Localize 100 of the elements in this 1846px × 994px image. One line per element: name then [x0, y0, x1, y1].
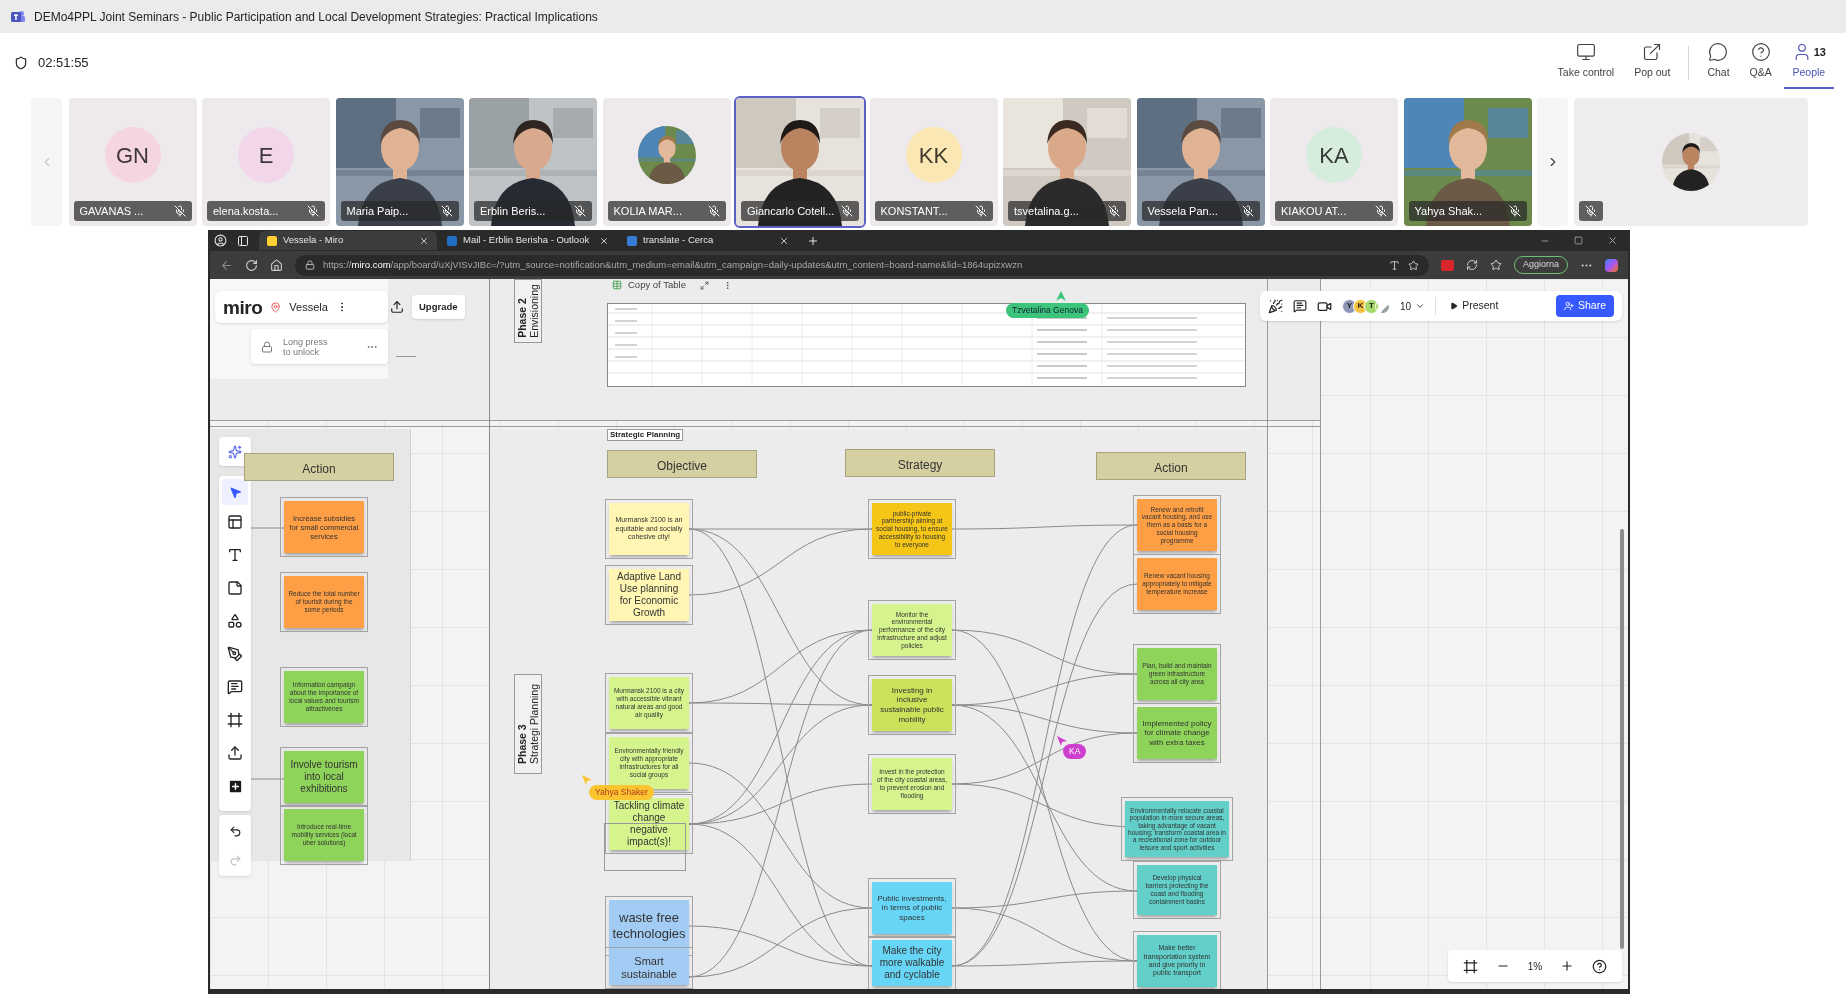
toolbar-button[interactable]: 13 People — [1783, 36, 1834, 89]
expand-icon[interactable] — [699, 280, 709, 290]
close-icon[interactable] — [1607, 235, 1618, 246]
help-icon[interactable] — [1592, 958, 1608, 974]
tab-favicon-icon — [447, 235, 457, 246]
share-icon[interactable] — [390, 300, 404, 314]
maximize-icon[interactable] — [1574, 236, 1583, 245]
undo-icon[interactable] — [228, 824, 242, 838]
table-title: Copy of Table — [628, 279, 686, 292]
favorite-icon[interactable] — [1407, 259, 1419, 271]
section-label: Strategic Planning — [607, 429, 684, 441]
toolbar-button[interactable]: Q&A — [1741, 36, 1780, 89]
participant-name: Maria Paip... — [346, 203, 409, 219]
play-icon — [1450, 302, 1459, 310]
scrollbar[interactable] — [1620, 529, 1624, 949]
home-icon[interactable] — [270, 258, 283, 272]
pen-icon[interactable] — [227, 646, 243, 662]
participant-tile[interactable]: E elena.kosta... — [202, 98, 330, 226]
lock-icon — [305, 260, 315, 270]
sticky-note-icon[interactable] — [227, 580, 243, 596]
participant-name: KIAKOU AT... — [1281, 203, 1347, 219]
participant-tile[interactable]: Maria Paip... — [335, 98, 464, 226]
participant-name: Yahya Shak... — [1414, 203, 1483, 219]
zoom-level: 1% — [1527, 959, 1543, 974]
browser-tab[interactable]: Vessela - Miro — [259, 231, 437, 250]
reload-icon[interactable] — [245, 258, 258, 272]
close-icon[interactable] — [779, 235, 789, 246]
cursor-icon — [1056, 291, 1066, 301]
sidebar-icon[interactable] — [237, 234, 249, 247]
profile-icon[interactable] — [214, 234, 227, 247]
toolbar-button[interactable]: Pop out — [1626, 36, 1679, 89]
participant-tile[interactable]: KA KIAKOU AT... — [1270, 98, 1398, 226]
close-icon[interactable] — [419, 235, 429, 246]
sparkles-icon[interactable] — [228, 444, 242, 459]
participant-tile[interactable]: Yahya Shak... — [1403, 98, 1532, 226]
new-tab-icon[interactable] — [807, 234, 819, 247]
participant-tile[interactable]: Erblin Beris... — [469, 98, 597, 226]
chevron-down-icon[interactable] — [1415, 301, 1426, 311]
cursor-icon — [1057, 736, 1067, 746]
miro-logo[interactable]: miro — [223, 297, 263, 317]
extension-icon[interactable] — [1465, 259, 1478, 271]
board-icon — [270, 301, 282, 313]
lock-icon[interactable] — [261, 340, 273, 353]
participant-tile[interactable]: KK KONSTANT... — [869, 98, 998, 226]
text-icon[interactable] — [227, 547, 243, 563]
toolbar-button[interactable]: Chat — [1699, 36, 1738, 89]
pointer-icon — [228, 485, 242, 499]
collaborator-count[interactable]: 10 — [1400, 298, 1412, 314]
read-aloud-icon[interactable] — [1388, 259, 1400, 271]
party-popper-icon[interactable] — [1268, 298, 1283, 314]
template-icon[interactable] — [227, 514, 243, 530]
tab-title: Vessela - Miro — [283, 233, 345, 248]
shapes-icon[interactable] — [227, 613, 243, 629]
toolbar-button[interactable]: Take control — [1549, 36, 1623, 89]
cursor-icon — [582, 775, 592, 785]
close-icon[interactable] — [599, 235, 609, 246]
upgrade-button[interactable]: Upgrade — [412, 295, 465, 319]
add-icon[interactable] — [226, 778, 244, 795]
select-tool[interactable] — [222, 479, 248, 505]
browser-tab[interactable]: Mail - Erblin Berisha - Outlook — [439, 231, 617, 250]
copilot-icon[interactable] — [1605, 258, 1618, 272]
participant-tile[interactable]: tsvetalina.g... — [1003, 98, 1131, 226]
participant-tile[interactable]: GN GAVANAS ... — [68, 98, 197, 226]
share-button[interactable]: Share — [1555, 295, 1614, 317]
present-button[interactable]: Present — [1446, 298, 1503, 314]
address-field[interactable]: https://miro.com/app/board/uXjVISvJIBc=/?utm_source=notification&utm_medium=email&utm_campaign=daily-updates&utm_content=board-name&lid=1864upizxwzn — [295, 254, 1429, 276]
participant-name: tsvetalina.g... — [1014, 203, 1079, 219]
comment-icon[interactable] — [227, 679, 243, 695]
frame-icon[interactable] — [227, 712, 243, 728]
column-header: Objective — [607, 450, 757, 478]
external-link-icon — [1642, 42, 1663, 63]
participant-tile[interactable]: KOLIA MAR... — [602, 98, 731, 226]
connector-line — [249, 778, 285, 780]
people-count: 13 — [1813, 44, 1826, 60]
frame-icon[interactable] — [1462, 958, 1478, 974]
url-text: https://miro.com/app/board/uXjVISvJIBc=/?utm_source=notification&utm_medium=email&utm_campaign=daily-updates&utm_content=board-name&lid=1864upizxwzn — [323, 257, 1023, 272]
participant-name: Giancarlo Cotell... — [747, 203, 835, 219]
participant-name: elena.kosta... — [213, 203, 279, 219]
tab-favicon-icon — [627, 235, 637, 246]
favorites-icon[interactable] — [1489, 259, 1502, 271]
board-name[interactable]: Vessela — [289, 298, 328, 316]
collaborator-avatar[interactable]: T — [1364, 298, 1379, 314]
add-user-icon — [1563, 301, 1574, 311]
lock-hint: Long press to unlock — [283, 336, 329, 357]
window-title: DEMo4PPL Joint Seminars - Public Participation and Local Development Strategies: Practical Implications — [34, 8, 598, 26]
participant-tile[interactable]: Vessela Pan... — [1136, 98, 1265, 226]
participant-name: GAVANAS ... — [79, 203, 144, 219]
monitor-icon — [1575, 42, 1596, 63]
phase-number: Phase 3 — [516, 724, 528, 764]
browser-tab[interactable]: translate - Cerca — [619, 231, 797, 250]
zoom-in-icon[interactable] — [1560, 959, 1575, 973]
participant-tile[interactable]: Giancarlo Cotell... — [736, 98, 864, 226]
comment-icon[interactable] — [1293, 299, 1307, 313]
upload-icon[interactable] — [227, 745, 243, 761]
app-logo-icon — [10, 8, 26, 25]
chat-icon — [1708, 42, 1729, 63]
back-icon[interactable] — [220, 258, 233, 272]
table-icon — [612, 280, 622, 291]
participant-name: Vessela Pan... — [1147, 203, 1218, 219]
shield-icon — [14, 55, 28, 70]
